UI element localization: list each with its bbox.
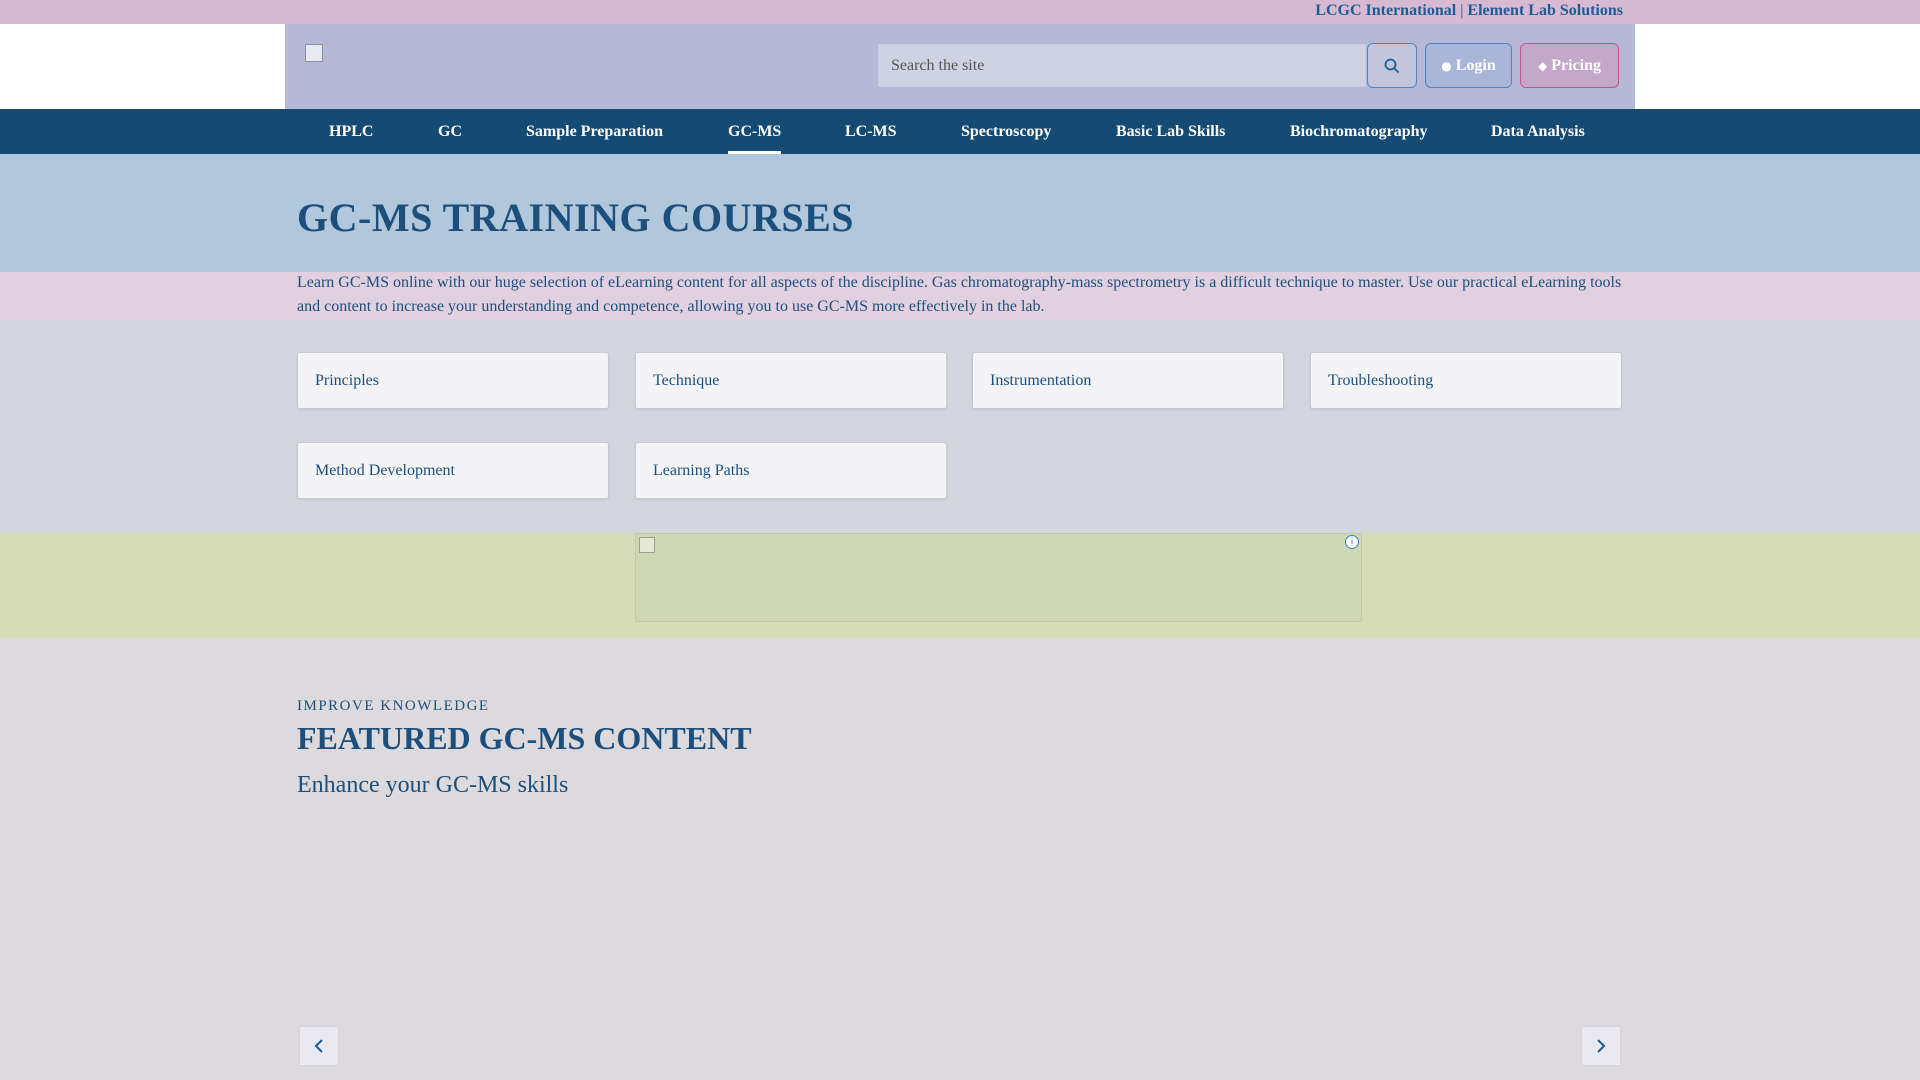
carousel-next-button[interactable] xyxy=(1581,1026,1621,1066)
nav-item-basic-lab-skills[interactable]: Basic Lab Skills xyxy=(1116,109,1225,154)
card-method-development[interactable]: Method Development xyxy=(297,442,609,499)
nav-item-gc[interactable]: GC xyxy=(438,109,462,154)
nav-item-sample-preparation[interactable]: Sample Preparation xyxy=(526,109,663,154)
nav-item-spectroscopy[interactable]: Spectroscopy xyxy=(961,109,1051,154)
login-button[interactable]: ● Login xyxy=(1425,43,1512,88)
featured-subtitle: Enhance your GC-MS skills xyxy=(297,772,569,798)
card-learning-paths[interactable]: Learning Paths xyxy=(635,442,947,499)
tag-icon: ◆ xyxy=(1538,58,1548,73)
card-troubleshooting[interactable]: Troubleshooting xyxy=(1310,352,1622,409)
advertisement-banner[interactable]: i xyxy=(635,533,1362,622)
nav-item-hplc[interactable]: HPLC xyxy=(329,109,373,154)
ad-image-placeholder xyxy=(639,537,655,553)
carousel-prev-button[interactable] xyxy=(299,1026,339,1066)
link-separator: | xyxy=(1460,2,1464,19)
login-label: Login xyxy=(1455,56,1496,74)
chevron-left-icon xyxy=(314,1039,323,1053)
search-input[interactable] xyxy=(878,44,1366,87)
top-utility-bar: LCGC International | Element Lab Solutions xyxy=(0,0,1920,24)
search-button[interactable] xyxy=(1367,43,1417,88)
hero-section: GC-MS TRAINING COURSES xyxy=(0,154,1920,272)
nav-item-biochromatography[interactable]: Biochromatography xyxy=(1290,109,1427,154)
cards-band xyxy=(0,320,1920,533)
lcgc-international-link[interactable]: LCGC International xyxy=(1315,2,1456,19)
nav-item-gc-ms[interactable]: GC-MS xyxy=(728,109,782,154)
search-icon xyxy=(1384,58,1400,73)
element-lab-solutions-link[interactable]: Element Lab Solutions xyxy=(1467,2,1623,19)
nav-item-lc-ms[interactable]: LC-MS xyxy=(845,109,897,154)
chevron-right-icon xyxy=(1597,1039,1606,1053)
pricing-label: Pricing xyxy=(1551,56,1601,74)
nav-item-data-analysis[interactable]: Data Analysis xyxy=(1491,109,1585,154)
card-principles[interactable]: Principles xyxy=(297,352,609,409)
intro-text: Learn GC-MS online with our huge selecti… xyxy=(297,274,1622,315)
site-logo[interactable] xyxy=(305,44,323,62)
partner-links: LCGC International | Element Lab Solutions xyxy=(1315,2,1623,20)
main-navigation: HPLC GC Sample Preparation GC-MS LC-MS S… xyxy=(0,109,1920,154)
section-eyebrow: IMPROVE KNOWLEDGE xyxy=(297,698,490,714)
featured-title: FEATURED GC-MS CONTENT xyxy=(297,720,752,756)
page-title: GC-MS TRAINING COURSES xyxy=(297,195,855,240)
site-header: ●Login ◆Pricing xyxy=(285,24,1635,109)
card-technique[interactable]: Technique xyxy=(635,352,947,409)
pricing-button[interactable]: ◆ Pricing xyxy=(1520,43,1619,88)
user-icon: ● xyxy=(1441,58,1452,73)
card-instrumentation[interactable]: Instrumentation xyxy=(972,352,1284,409)
info-icon[interactable]: i xyxy=(1345,535,1359,549)
